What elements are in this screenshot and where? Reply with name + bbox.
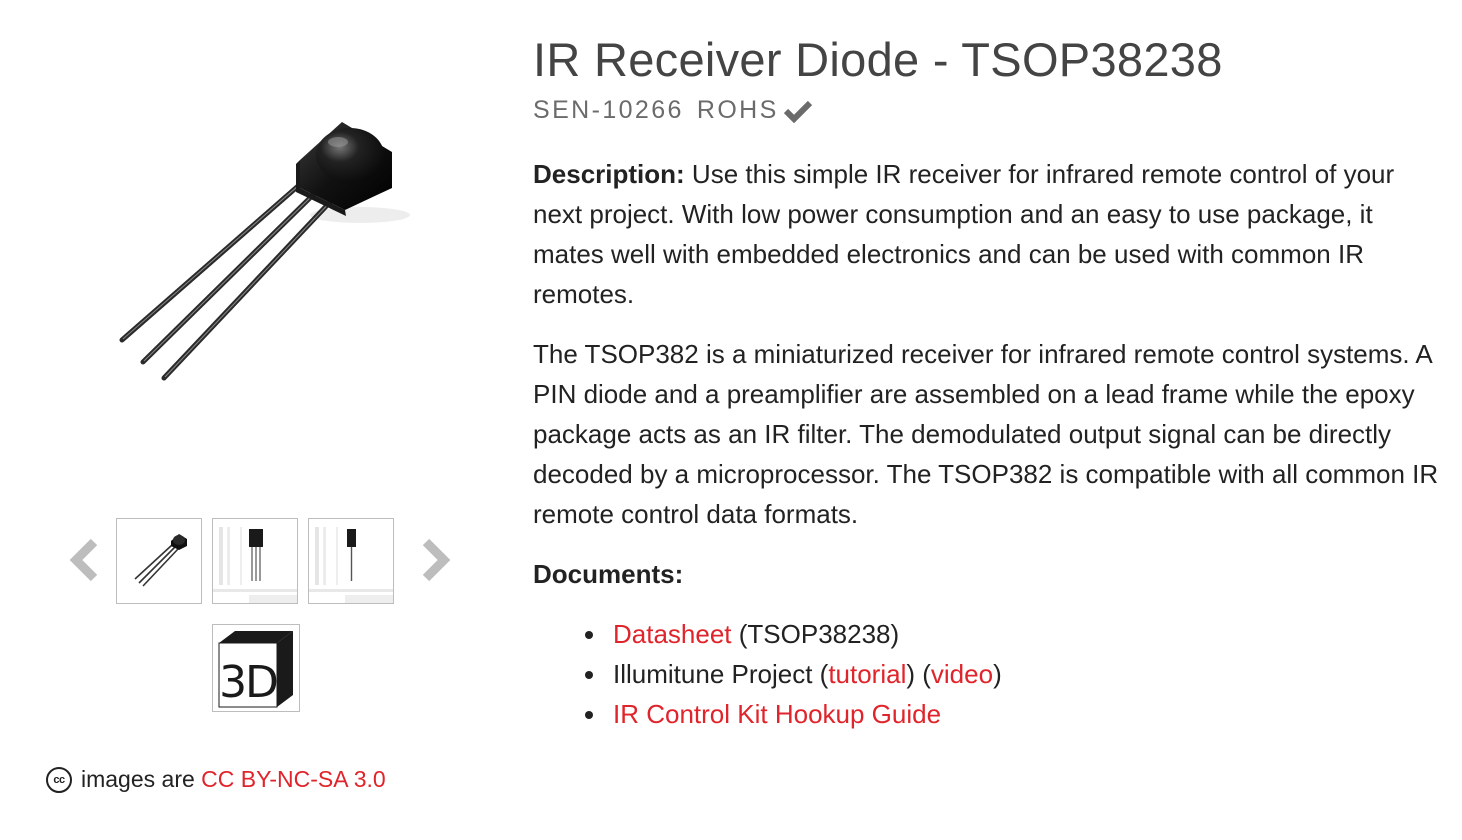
illumitune-middle: ) ( <box>906 659 931 689</box>
hookup-guide-link[interactable]: IR Control Kit Hookup Guide <box>613 699 941 729</box>
documents-list: Datasheet (TSOP38238) Illumitune Project… <box>533 614 1448 734</box>
description-details: The TSOP382 is a miniaturized receiver f… <box>533 339 1439 529</box>
illumitune-suffix: ) <box>993 659 1002 689</box>
datasheet-link[interactable]: Datasheet <box>613 619 732 649</box>
product-sku: SEN-10266 <box>533 96 684 124</box>
gallery-thumbnail-2[interactable] <box>212 518 298 604</box>
video-link[interactable]: video <box>931 659 993 689</box>
view-3d-label: 3D <box>219 657 277 708</box>
illumitune-prefix: Illumitune Project ( <box>613 659 829 689</box>
thumbnail-image-front <box>309 527 393 603</box>
gallery-next-button[interactable] <box>414 538 454 582</box>
checkmark-icon <box>783 100 812 123</box>
product-content: Description: Use this simple IR receiver… <box>533 154 1448 734</box>
gallery-thumbnail-3[interactable] <box>308 518 394 604</box>
documents-heading: Documents: <box>533 559 684 589</box>
license-prefix: images are <box>81 766 202 792</box>
description-paragraph: Description: Use this simple IR receiver… <box>533 154 1448 314</box>
document-item-datasheet: Datasheet (TSOP38238) <box>533 614 1448 654</box>
thumbnail-image-angled <box>134 534 187 587</box>
gallery-prev-button[interactable] <box>66 538 106 582</box>
product-main-image <box>60 60 460 440</box>
creative-commons-icon: cc <box>46 766 72 793</box>
datasheet-suffix: (TSOP38238) <box>731 619 900 649</box>
chevron-left-icon <box>69 538 98 582</box>
chevron-right-icon <box>422 538 451 582</box>
view-3d-button[interactable]: 3D <box>212 624 300 712</box>
product-sku-line: SEN-10266 ROHS <box>533 96 813 125</box>
ir-receiver-photo <box>119 122 410 381</box>
gallery-thumbnail-1[interactable] <box>116 518 202 604</box>
document-item-illumitune: Illumitune Project (tutorial) (video) <box>533 654 1448 694</box>
tutorial-link[interactable]: tutorial <box>828 659 906 689</box>
rohs-label: ROHS <box>696 96 779 124</box>
description-label: Description: <box>533 159 685 189</box>
thumbnail-image-dimensions <box>213 527 297 603</box>
product-title: IR Receiver Diode - TSOP38238 <box>533 33 1223 86</box>
license-link[interactable]: CC BY-NC-SA 3.0 <box>201 766 386 793</box>
image-license: cc images are CC BY-NC-SA 3.0 <box>46 766 386 793</box>
document-item-hookup-guide: IR Control Kit Hookup Guide <box>533 694 1448 734</box>
cube-3d-icon: 3D <box>218 631 293 708</box>
